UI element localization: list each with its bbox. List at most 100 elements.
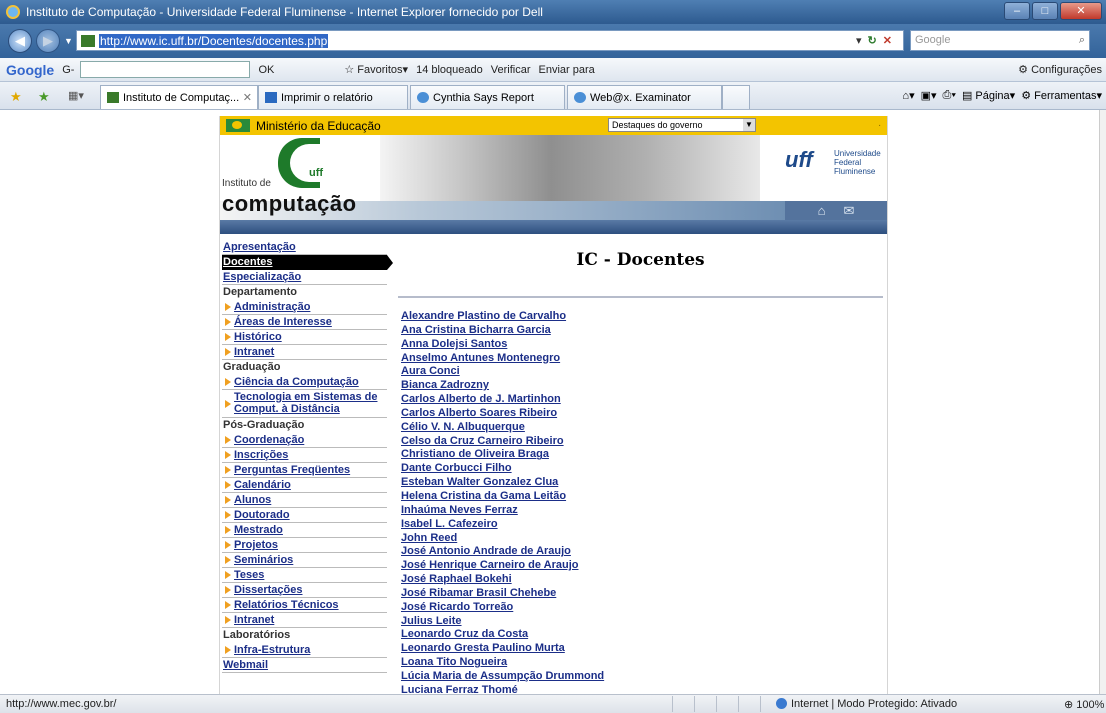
uff-logo[interactable]: uff bbox=[785, 147, 813, 173]
tab-webx[interactable]: Web@x. Examinator bbox=[567, 85, 722, 109]
url-input[interactable]: http://www.ic.uff.br/Docentes/docentes.p… bbox=[76, 30, 904, 51]
menu-item[interactable]: Mestrado bbox=[222, 523, 387, 538]
google-search-input[interactable] bbox=[80, 61, 251, 78]
docente-link[interactable]: Carlos Alberto de J. Martinhon bbox=[401, 393, 883, 407]
menu-item[interactable]: Seminários bbox=[222, 553, 387, 568]
send-to-button[interactable]: Enviar para bbox=[539, 64, 595, 76]
docente-link[interactable]: Celso da Cruz Carneiro Ribeiro bbox=[401, 435, 883, 449]
menu-item[interactable]: Especialização bbox=[222, 270, 387, 285]
docente-link[interactable]: John Reed bbox=[401, 532, 883, 546]
docente-link[interactable]: Alexandre Plastino de Carvalho bbox=[401, 310, 883, 324]
vertical-scrollbar[interactable] bbox=[1099, 110, 1106, 694]
home-icon[interactable]: ⌂ bbox=[818, 203, 826, 218]
docente-link[interactable]: Leonardo Gresta Paulino Murta bbox=[401, 642, 883, 656]
docente-link[interactable]: José Antonio Andrade de Araujo bbox=[401, 545, 883, 559]
stop-icon[interactable]: ✕ bbox=[883, 34, 892, 47]
add-favorite-icon[interactable]: ★ bbox=[38, 89, 50, 105]
ie-icon bbox=[6, 5, 20, 19]
docente-link[interactable]: José Henrique Carneiro de Araujo bbox=[401, 559, 883, 573]
status-text: http://www.mec.gov.br/ bbox=[6, 698, 117, 710]
feeds-icon[interactable]: ▣▾ bbox=[921, 89, 937, 102]
docente-link[interactable]: Anna Dolejsi Santos bbox=[401, 338, 883, 352]
docente-link[interactable]: José Ribamar Brasil Chehebe bbox=[401, 587, 883, 601]
google-g-menu[interactable]: G- bbox=[62, 64, 74, 76]
menu-item[interactable]: Coordenação bbox=[222, 433, 387, 448]
menu-item[interactable]: Apresentação bbox=[222, 240, 387, 255]
menu-item[interactable]: Teses bbox=[222, 568, 387, 583]
docente-link[interactable]: Carlos Alberto Soares Ribeiro bbox=[401, 407, 883, 421]
docente-link[interactable]: Esteban Walter Gonzalez Clua bbox=[401, 476, 883, 490]
menu-item[interactable]: Projetos bbox=[222, 538, 387, 553]
docente-link[interactable]: José Ricardo Torreão bbox=[401, 601, 883, 615]
security-zone[interactable]: Internet | Modo Protegido: Ativado bbox=[776, 698, 957, 710]
menu-item[interactable]: Áreas de Interesse bbox=[222, 315, 387, 330]
close-button[interactable]: ✕ bbox=[1060, 2, 1102, 20]
docente-link[interactable]: Aura Conci bbox=[401, 365, 883, 379]
forward-button[interactable]: ▶ bbox=[36, 29, 60, 53]
minimize-button[interactable]: – bbox=[1004, 2, 1030, 20]
docente-link[interactable]: Christiano de Oliveira Braga bbox=[401, 448, 883, 462]
zoom-level[interactable]: ⊕ 100% bbox=[1064, 698, 1104, 711]
tab-favicon bbox=[265, 92, 277, 103]
docente-link[interactable]: Leonardo Cruz da Costa bbox=[401, 628, 883, 642]
menu-item[interactable]: Dissertações bbox=[222, 583, 387, 598]
url-dropdown-icon[interactable]: ▾ bbox=[856, 34, 862, 47]
docente-link[interactable]: Julius Leite bbox=[401, 615, 883, 629]
back-button[interactable]: ◀ bbox=[8, 29, 32, 53]
favorites-button[interactable]: ☆ Favoritos▾ bbox=[344, 63, 408, 76]
docente-link[interactable]: Lúcia Maria de Assumpção Drummond bbox=[401, 670, 883, 684]
menu-item[interactable]: Calendário bbox=[222, 478, 387, 493]
tab-instituto[interactable]: Instituto de Computaç... ✕ bbox=[100, 85, 258, 109]
history-dropdown-icon[interactable]: ▼ bbox=[64, 36, 73, 46]
menu-item[interactable]: Infra-Estrutura bbox=[222, 643, 387, 658]
docente-link[interactable]: Célio V. N. Albuquerque bbox=[401, 421, 883, 435]
menu-item[interactable]: Relatórios Técnicos bbox=[222, 598, 387, 613]
docente-link[interactable]: José Raphael Bokehi bbox=[401, 573, 883, 587]
tab-label: Imprimir o relatório bbox=[281, 91, 373, 104]
tab-imprimir[interactable]: Imprimir o relatório bbox=[258, 85, 408, 109]
search-input[interactable]: Google ⌕ bbox=[910, 30, 1090, 51]
menu-item[interactable]: Inscrições bbox=[222, 448, 387, 463]
ic-logo-line2[interactable]: computação bbox=[222, 191, 357, 217]
popup-blocked-button[interactable]: 14 bloqueado bbox=[416, 64, 483, 76]
menu-item[interactable]: Administração bbox=[222, 300, 387, 315]
docente-link[interactable]: Ana Cristina Bicharra Garcia bbox=[401, 324, 883, 338]
menu-item[interactable]: Docentes bbox=[222, 255, 393, 270]
menu-item[interactable]: Alunos bbox=[222, 493, 387, 508]
docente-link[interactable]: Helena Cristina da Gama Leitão bbox=[401, 490, 883, 504]
refresh-icon[interactable]: ↻ bbox=[868, 34, 877, 47]
ministry-link[interactable]: Ministério da Educação bbox=[256, 119, 381, 133]
docente-link[interactable]: Loana Tito Nogueira bbox=[401, 656, 883, 670]
favorites-star-icon[interactable]: ★ bbox=[10, 89, 22, 105]
menu-item[interactable]: Perguntas Freqüentes bbox=[222, 463, 387, 478]
menu-item[interactable]: Histórico bbox=[222, 330, 387, 345]
menu-item[interactable]: Ciência da Computação bbox=[222, 375, 387, 390]
tab-close-icon[interactable]: ✕ bbox=[243, 91, 252, 104]
tab-cynthia[interactable]: Cynthia Says Report bbox=[410, 85, 565, 109]
new-tab-button[interactable] bbox=[722, 85, 750, 109]
docente-link[interactable]: Bianca Zadrozny bbox=[401, 379, 883, 393]
google-ok-button[interactable]: OK bbox=[258, 64, 274, 76]
quick-tabs-icon[interactable]: ▦▾ bbox=[68, 89, 84, 102]
menu-section-heading: Laboratórios bbox=[223, 629, 291, 641]
docente-link[interactable]: Inhaúma Neves Ferraz bbox=[401, 504, 883, 518]
docente-link[interactable]: Anselmo Antunes Montenegro bbox=[401, 352, 883, 366]
menu-item[interactable]: Intranet bbox=[222, 345, 387, 360]
tools-menu[interactable]: ⚙ Ferramentas▾ bbox=[1021, 89, 1102, 102]
search-icon[interactable]: ⌕ bbox=[1079, 31, 1085, 50]
docente-link[interactable]: Isabel L. Cafezeiro bbox=[401, 518, 883, 532]
menu-item[interactable]: Intranet bbox=[222, 613, 387, 628]
docente-link[interactable]: Dante Corbucci Filho bbox=[401, 462, 883, 476]
settings-button[interactable]: ⚙ Configurações bbox=[1018, 63, 1102, 76]
menu-item[interactable]: Webmail bbox=[222, 658, 387, 673]
gov-highlights-select[interactable]: Destaques do governo ▼ bbox=[608, 118, 756, 132]
print-icon[interactable]: ⎙▾ bbox=[943, 89, 956, 102]
home-icon[interactable]: ⌂▾ bbox=[902, 89, 914, 102]
mail-icon[interactable]: ✉ bbox=[843, 203, 854, 219]
docente-link[interactable]: Luciana Ferraz Thomé bbox=[401, 684, 883, 694]
verify-button[interactable]: Verificar bbox=[491, 64, 531, 76]
menu-item[interactable]: Doutorado bbox=[222, 508, 387, 523]
page-menu[interactable]: ▤ Página▾ bbox=[962, 89, 1015, 102]
menu-item[interactable]: Tecnologia em Sistemas de Comput. à Dist… bbox=[222, 390, 387, 418]
maximize-button[interactable]: □ bbox=[1032, 2, 1058, 20]
